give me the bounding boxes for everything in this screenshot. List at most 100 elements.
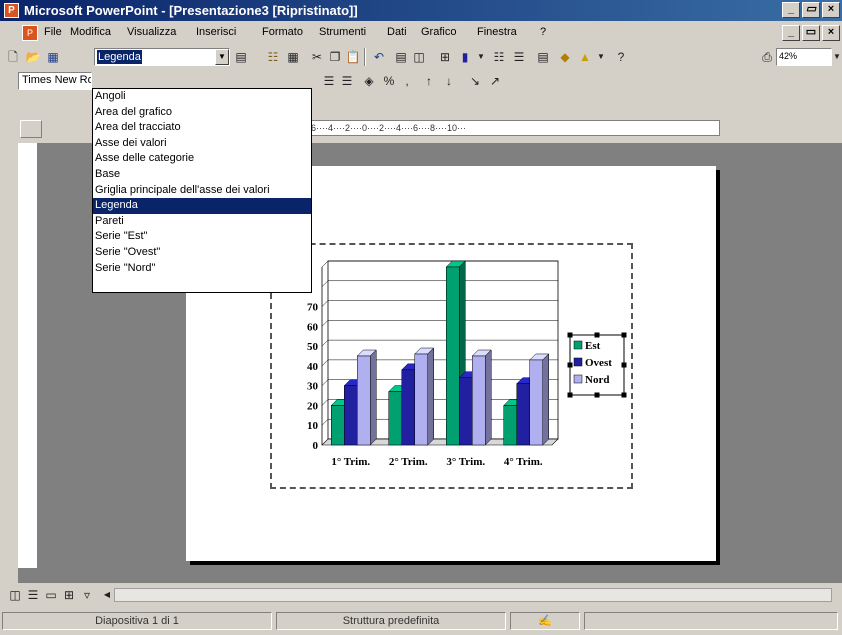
by-column-icon[interactable]: ◫ bbox=[410, 48, 428, 66]
percent-icon[interactable]: % bbox=[380, 72, 398, 90]
zoom-combo[interactable]: 42% bbox=[776, 48, 832, 66]
dropdown-item-angoli[interactable]: Angoli bbox=[93, 89, 311, 105]
chart-objects-value: Legenda bbox=[97, 50, 142, 64]
menu-modifica[interactable]: Modifica bbox=[70, 26, 111, 38]
undo-icon[interactable]: ↶ bbox=[370, 48, 388, 66]
menu-file[interactable]: File bbox=[44, 26, 62, 38]
angle-text-up-icon[interactable]: ↗ bbox=[486, 72, 504, 90]
dropdown-item-griglia[interactable]: Griglia principale dell'asse dei valori bbox=[93, 183, 311, 199]
save-icon[interactable]: ▦ bbox=[44, 48, 62, 66]
slideshow-view-icon[interactable]: ▿ bbox=[78, 586, 96, 604]
doc-close-button[interactable]: × bbox=[822, 25, 840, 41]
chevron-down-icon[interactable]: ▼ bbox=[215, 49, 229, 65]
slide-view-icon[interactable]: ▭ bbox=[42, 586, 60, 604]
bar-est bbox=[446, 266, 460, 446]
document-icon[interactable]: P bbox=[22, 25, 38, 41]
bar-est bbox=[388, 391, 402, 446]
y-tick-label: 60 bbox=[307, 321, 319, 333]
status-bar: Diapositiva 1 di 1 Struttura predefinita… bbox=[0, 608, 842, 632]
bar-ovest bbox=[459, 377, 473, 446]
legend-selection-handle bbox=[567, 362, 573, 368]
y-tick-label: 50 bbox=[307, 341, 319, 353]
menu-strumenti[interactable]: Strumenti bbox=[319, 26, 366, 38]
by-row-icon[interactable]: ▤ bbox=[392, 48, 410, 66]
comma-icon[interactable]: , bbox=[398, 72, 416, 90]
y-tick-label: 70 bbox=[307, 302, 319, 314]
menu-grafico[interactable]: Grafico bbox=[421, 26, 456, 38]
minimize-button[interactable]: _ bbox=[782, 2, 800, 18]
restore-button[interactable]: ▭ bbox=[802, 2, 820, 18]
help-icon[interactable]: ? bbox=[612, 48, 630, 66]
bar-ovest bbox=[401, 369, 415, 446]
legend-swatch bbox=[573, 340, 583, 350]
outline-view-icon[interactable]: ☰ bbox=[24, 586, 42, 604]
open-folder-icon[interactable]: 📂 bbox=[24, 48, 42, 66]
legend-selection-handle bbox=[567, 392, 573, 398]
chart-type-dropdown-icon[interactable]: ▼ bbox=[472, 48, 490, 66]
dropdown-item-base[interactable]: Base bbox=[93, 167, 311, 183]
powerpoint-app-icon[interactable]: P bbox=[4, 3, 19, 18]
menu-inserisci[interactable]: Inserisci bbox=[196, 26, 236, 38]
dropdown-item-asse-valori[interactable]: Asse dei valori bbox=[93, 136, 311, 152]
bar-side bbox=[485, 349, 492, 446]
drawing-icon[interactable]: ◆ bbox=[556, 48, 574, 66]
font-name-combo[interactable]: Times New Roman bbox=[18, 72, 92, 90]
import-file-icon[interactable]: ☷ bbox=[264, 48, 282, 66]
menu-finestra[interactable]: Finestra bbox=[477, 26, 517, 38]
fill-color-dropdown-icon[interactable]: ▼ bbox=[592, 48, 610, 66]
dropdown-item-area-tracciato[interactable]: Area del tracciato bbox=[93, 120, 311, 136]
angle-text-down-icon[interactable]: ↘ bbox=[466, 72, 484, 90]
category-gridlines-icon[interactable]: ☷ bbox=[490, 48, 508, 66]
copy-icon[interactable]: ❐ bbox=[326, 48, 344, 66]
zoom-dropdown-icon[interactable]: ▼ bbox=[832, 48, 842, 66]
dropdown-item-serie-est[interactable]: Serie "Est" bbox=[93, 229, 311, 245]
sorter-view-icon[interactable]: ⊞ bbox=[60, 586, 78, 604]
currency-icon[interactable]: ◈ bbox=[360, 72, 378, 90]
legend-swatch bbox=[573, 374, 583, 384]
bar-est bbox=[331, 405, 345, 446]
value-gridlines-icon[interactable]: ☰ bbox=[510, 48, 528, 66]
bar-nord bbox=[529, 359, 543, 446]
align-right-icon[interactable]: ☰ bbox=[338, 72, 356, 90]
chart-object-frame[interactable]: 0 10 20 30 40 50 60 70 1° Trim. 2° Trim. 3° Trim. 4… bbox=[270, 243, 633, 489]
print-icon[interactable]: ⎙ bbox=[758, 48, 776, 66]
legend-icon[interactable]: ▤ bbox=[534, 48, 552, 66]
dropdown-item-serie-nord[interactable]: Serie "Nord" bbox=[93, 261, 311, 277]
new-file-icon[interactable]: 🗋 bbox=[4, 48, 22, 66]
normal-view-icon[interactable]: ◫ bbox=[6, 586, 24, 604]
menu-formato[interactable]: Formato bbox=[262, 26, 303, 38]
dropdown-item-legenda[interactable]: Legenda bbox=[93, 198, 311, 214]
menu-help[interactable]: ? bbox=[540, 26, 546, 38]
dropdown-item-pareti[interactable]: Pareti bbox=[93, 214, 311, 230]
horizontal-scrollbar[interactable] bbox=[114, 588, 832, 602]
menu-dati[interactable]: Dati bbox=[387, 26, 407, 38]
format-selection-icon[interactable]: ▤ bbox=[232, 48, 250, 66]
increase-decimal-icon[interactable]: ↑ bbox=[420, 72, 438, 90]
dropdown-item-area-grafico[interactable]: Area del grafico bbox=[93, 105, 311, 121]
x-tick-label: 3° Trim. bbox=[446, 456, 485, 468]
bar-side bbox=[542, 353, 549, 446]
cut-icon[interactable]: ✂ bbox=[308, 48, 326, 66]
dropdown-item-asse-categorie[interactable]: Asse delle categorie bbox=[93, 151, 311, 167]
align-center-icon[interactable]: ☰ bbox=[320, 72, 338, 90]
data-table-icon[interactable]: ⊞ bbox=[436, 48, 454, 66]
x-tick-label: 1° Trim. bbox=[331, 456, 370, 468]
chart-objects-dropdown[interactable]: Angoli Area del grafico Area del traccia… bbox=[92, 88, 312, 293]
spelling-check-icon: ✍ bbox=[538, 615, 552, 627]
doc-restore-button[interactable]: ▭ bbox=[802, 25, 820, 41]
bar-ovest bbox=[344, 385, 358, 446]
dropdown-item-serie-ovest[interactable]: Serie "Ovest" bbox=[93, 245, 311, 261]
y-tick-label: 0 bbox=[313, 440, 319, 452]
legend-selection-handle bbox=[594, 332, 600, 338]
paste-icon[interactable]: 📋 bbox=[344, 48, 362, 66]
legend-label: Est bbox=[585, 340, 601, 352]
chart-objects-combo[interactable]: Legenda ▼ bbox=[94, 48, 230, 66]
legend-selection-handle bbox=[594, 392, 600, 398]
bar-est bbox=[503, 405, 517, 446]
menu-visualizza[interactable]: Visualizza bbox=[127, 26, 176, 38]
decrease-decimal-icon[interactable]: ↓ bbox=[440, 72, 458, 90]
bar-chart[interactable]: 0 10 20 30 40 50 60 70 1° Trim. 2° Trim. 3° Trim. 4… bbox=[272, 245, 631, 487]
close-button[interactable]: × bbox=[822, 2, 840, 18]
doc-minimize-button[interactable]: _ bbox=[782, 25, 800, 41]
datasheet-icon[interactable]: ▦ bbox=[284, 48, 302, 66]
